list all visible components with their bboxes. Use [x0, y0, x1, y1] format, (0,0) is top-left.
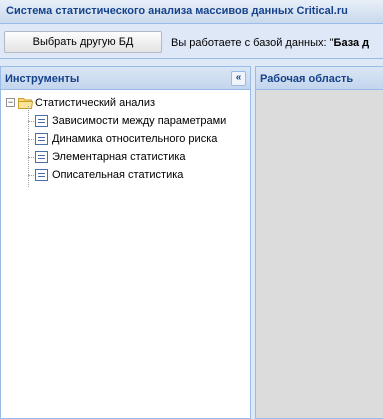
work-area-title: Рабочая область	[260, 73, 354, 85]
tree-connector	[28, 121, 34, 122]
tree-item-label: Элементарная статистика	[52, 151, 186, 163]
folder-open-icon	[18, 98, 33, 109]
tree-node-label: Статистический анализ	[35, 97, 156, 109]
tools-panel-header: Инструменты «	[1, 67, 250, 90]
work-area-header: Рабочая область	[256, 67, 383, 90]
tree-item-label: Зависимости между параметрами	[52, 115, 227, 127]
db-info-prefix: Вы работаете с базой данных: "	[171, 37, 334, 49]
list-icon	[35, 151, 48, 163]
list-icon	[35, 169, 48, 181]
tree-connector	[28, 139, 34, 140]
list-icon	[35, 115, 48, 127]
collapse-toggle-icon[interactable]: −	[6, 98, 15, 107]
tree-item-label: Динамика относительного риска	[52, 133, 218, 145]
tree-item-risk-dynamics[interactable]: Динамика относительного риска	[1, 130, 250, 148]
tree-item-label: Описательная статистика	[52, 169, 184, 181]
toolbar: Выбрать другую БД Вы работаете с базой д…	[0, 25, 383, 59]
work-area-panel: Рабочая область	[255, 66, 383, 419]
app-header: Система статистического анализа массивов…	[0, 0, 383, 24]
tools-panel-title: Инструменты	[5, 73, 80, 85]
tree-item-descriptive-statistics[interactable]: Описательная статистика	[1, 166, 250, 184]
db-name: База д	[333, 37, 370, 49]
tree-connector	[28, 175, 34, 176]
double-chevron-left-icon[interactable]: «	[231, 71, 246, 86]
tree-item-dependencies[interactable]: Зависимости между параметрами	[1, 112, 250, 130]
db-info-text: Вы работаете с базой данных: "База д	[171, 37, 369, 49]
change-db-button[interactable]: Выбрать другую БД	[4, 31, 162, 53]
app-title: Система статистического анализа массивов…	[6, 5, 348, 17]
tools-tree: − Статистический анализ Зависимости межд…	[1, 90, 250, 187]
tree-item-elementary-statistics[interactable]: Элементарная статистика	[1, 148, 250, 166]
list-icon	[35, 133, 48, 145]
tools-panel: Инструменты « − Статистический анализ За…	[0, 66, 251, 419]
tree-node-statistical-analysis[interactable]: − Статистический анализ	[1, 94, 250, 112]
tree-connector	[28, 157, 34, 158]
